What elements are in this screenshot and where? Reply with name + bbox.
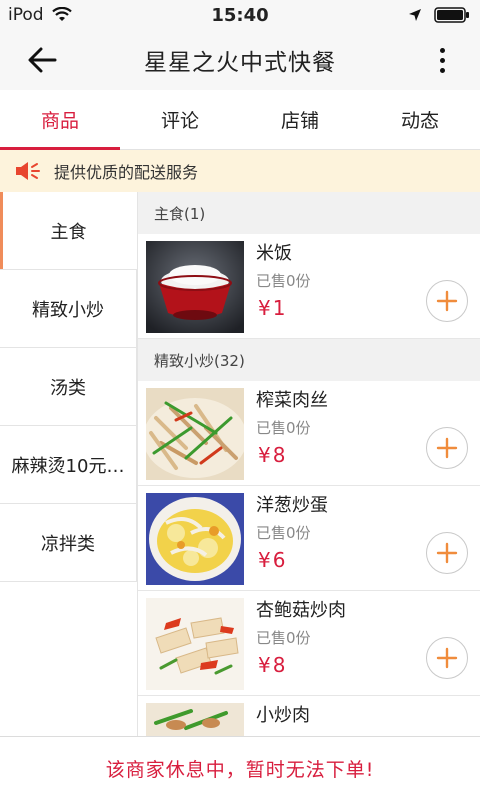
rice-bowl-image	[146, 241, 244, 333]
tab-reviews[interactable]: 评论	[120, 90, 240, 149]
status-bar: iPod 15:40	[0, 0, 480, 30]
sidebar-item-cold-dishes[interactable]: 凉拌类	[0, 504, 137, 582]
notice-text: 提供优质的配送服务	[54, 163, 199, 182]
more-vertical-icon	[439, 47, 445, 53]
mushroom-pork-image	[146, 598, 244, 690]
tab-goods[interactable]: 商品	[0, 90, 120, 150]
sidebar-item-stir-fry[interactable]: 精致小炒	[0, 270, 137, 348]
section-header: 主食(1)	[138, 192, 480, 234]
item-name: 洋葱炒蛋	[256, 495, 328, 516]
item-sold-count: 已售0份	[256, 524, 311, 542]
item-price: ¥1	[258, 296, 288, 320]
list-item[interactable]: 米饭 已售0份 ¥1	[138, 234, 480, 339]
list-item[interactable]: 小炒肉	[138, 696, 480, 736]
product-list[interactable]: 主食(1) 米饭 已售0份 ¥1 精致小炒(32) 榨菜肉丝 已售0份 ¥8 洋…	[138, 192, 480, 736]
item-name: 榨菜肉丝	[256, 390, 328, 411]
item-price: ¥8	[258, 443, 288, 467]
notice-bar: 提供优质的配送服务	[0, 150, 480, 192]
tab-bar: 商品 评论 店铺 动态	[0, 90, 480, 150]
location-arrow-icon	[409, 9, 421, 21]
page-title: 星星之火中式快餐	[144, 50, 336, 76]
stir-fried-pork-image	[146, 703, 244, 736]
app-header: 星星之火中式快餐	[0, 30, 480, 90]
arrow-left-icon	[28, 47, 57, 73]
back-button[interactable]	[24, 42, 60, 78]
list-item[interactable]: 榨菜肉丝 已售0份 ¥8	[138, 381, 480, 486]
onion-egg-image	[146, 493, 244, 585]
sidebar-item-soup[interactable]: 汤类	[0, 348, 137, 426]
more-options-button[interactable]	[432, 42, 452, 78]
shredded-pork-image	[146, 388, 244, 480]
plus-icon	[436, 290, 458, 312]
item-name: 米饭	[256, 243, 292, 264]
list-item[interactable]: 杏鲍菇炒肉 已售0份 ¥8	[138, 591, 480, 696]
battery-icon	[434, 7, 469, 23]
item-price: ¥6	[258, 548, 288, 572]
sidebar-item-staple[interactable]: 主食	[0, 192, 137, 270]
more-dot	[439, 57, 445, 63]
item-sold-count: 已售0份	[256, 419, 311, 437]
status-right	[408, 7, 470, 23]
more-dot	[439, 67, 445, 73]
megaphone-icon	[16, 162, 40, 180]
item-sold-count: 已售0份	[256, 629, 311, 647]
item-name: 杏鲍菇炒肉	[256, 600, 346, 621]
plus-icon	[436, 647, 458, 669]
tab-updates[interactable]: 动态	[360, 90, 480, 149]
category-sidebar: 主食 精致小炒 汤类 麻辣烫10元… 凉拌类	[0, 192, 138, 736]
closed-notice-footer: 该商家休息中，暂时无法下单!	[0, 736, 480, 800]
item-price: ¥8	[258, 653, 288, 677]
add-to-cart-button[interactable]	[426, 637, 468, 679]
item-name: 小炒肉	[256, 705, 310, 726]
plus-icon	[436, 437, 458, 459]
sidebar-item-malatang[interactable]: 麻辣烫10元…	[0, 426, 137, 504]
plus-icon	[436, 542, 458, 564]
add-to-cart-button[interactable]	[426, 427, 468, 469]
list-item[interactable]: 洋葱炒蛋 已售0份 ¥6	[138, 486, 480, 591]
add-to-cart-button[interactable]	[426, 280, 468, 322]
add-to-cart-button[interactable]	[426, 532, 468, 574]
section-header: 精致小炒(32)	[138, 339, 480, 381]
tab-store[interactable]: 店铺	[240, 90, 360, 149]
item-sold-count: 已售0份	[256, 272, 311, 290]
